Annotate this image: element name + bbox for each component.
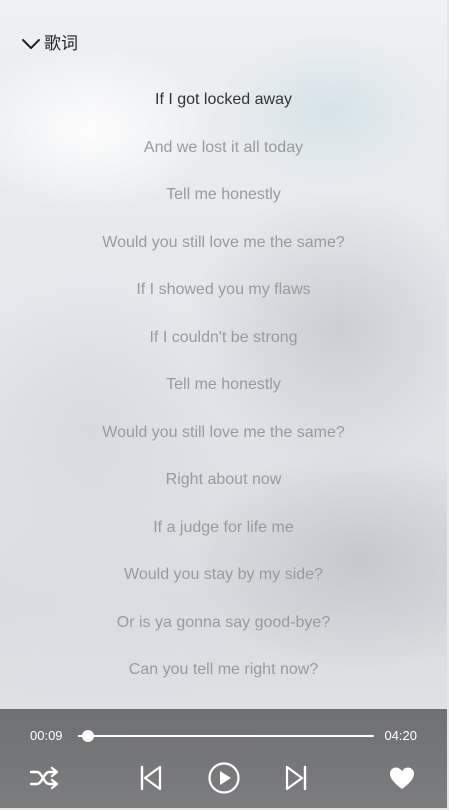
header: 歌词 [0,0,447,88]
favorite-button[interactable] [383,759,421,797]
lyric-line[interactable]: If I showed you my flaws [0,266,447,314]
total-time: 04:20 [384,728,417,743]
collapse-lyrics-button[interactable]: 歌词 [20,33,78,55]
lyric-line[interactable]: And we lost it all today [0,124,447,172]
page-title: 歌词 [44,34,78,53]
next-button[interactable] [277,759,315,797]
lyric-line[interactable]: Can you tell me right now? [0,646,447,694]
chevron-down-icon [20,33,42,55]
lyric-line[interactable]: Would you still love me the same? [0,219,447,267]
play-icon [207,761,241,795]
previous-button[interactable] [132,759,170,797]
lyric-line[interactable]: Would you stay by my side? [0,551,447,599]
skip-previous-icon [138,764,164,792]
lyric-line[interactable]: If I couldn't be strong [0,314,447,362]
shuffle-button[interactable] [26,759,64,797]
lyrics-screen: 歌词 If I got locked away And we lost it al… [0,0,449,810]
lyric-line[interactable]: If a judge for life me [0,504,447,552]
lyric-line[interactable]: Would you still love me the same? [0,409,447,457]
lyrics-list[interactable]: If I got locked away And we lost it all t… [0,76,447,706]
lyric-line[interactable]: Or is ya gonna say good-bye? [0,599,447,647]
playback-controls [0,759,447,797]
skip-next-icon [283,764,309,792]
progress-thumb[interactable] [82,730,95,742]
player-bar: 00:09 04:20 [0,709,447,808]
heart-icon [388,765,416,791]
progress-bar[interactable] [78,730,374,742]
play-button[interactable] [205,759,243,797]
lyric-line-active[interactable]: If I got locked away [0,76,447,124]
shuffle-icon [28,764,62,792]
lyric-line[interactable]: Tell me honestly [0,361,447,409]
lyric-line[interactable]: Right about now [0,456,447,504]
current-time: 00:09 [30,728,63,743]
lyric-line[interactable]: Tell me honestly [0,171,447,219]
